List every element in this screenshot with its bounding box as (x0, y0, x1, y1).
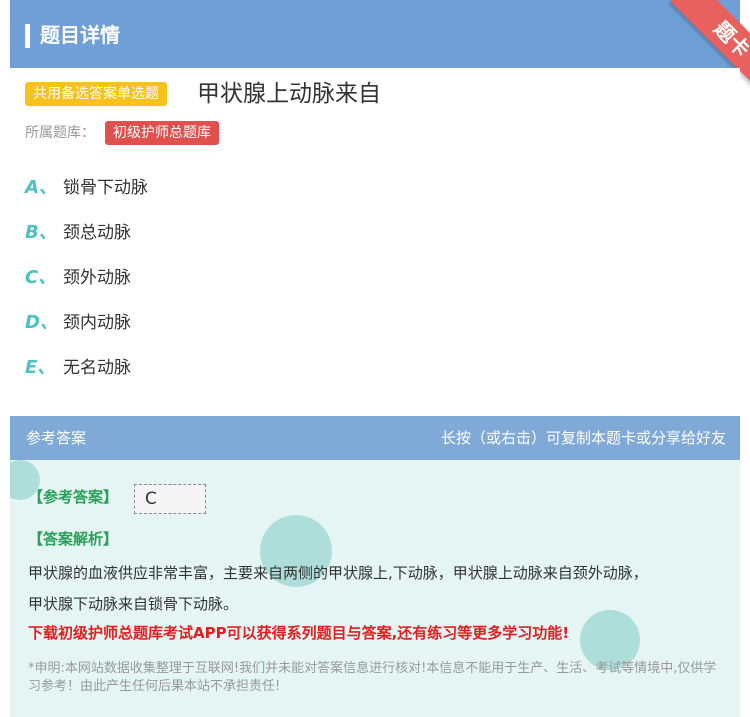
option-e[interactable]: E、 无名动脉 (25, 353, 131, 383)
analysis-line: 甲状腺的血液供应非常丰富，主要来自两侧的甲状腺上,下动脉，甲状腺上动脉来自颈外动… (28, 564, 648, 582)
question-title: 甲状腺上动脉来自 (197, 81, 381, 107)
page-header: 题目详情 (10, 0, 740, 68)
page-title: 题目详情 (40, 23, 120, 47)
library-tag[interactable]: 初级护师总题库 (105, 121, 219, 145)
option-letter: B、 (25, 222, 57, 243)
analysis-label: 【答案解析】 (28, 530, 119, 548)
answer-label: 【参考答案】 (28, 488, 119, 506)
option-b[interactable]: B、 颈总动脉 (25, 218, 131, 248)
answer-section-title: 参考答案 (26, 429, 87, 447)
question-type-tag: 共用备选答案单选题 (25, 82, 167, 106)
download-promo-link[interactable]: 下载初级护师总题库考试APP可以获得系列题目与答案,还有练习等更多学习功能! (28, 622, 569, 644)
answer-section-header: 参考答案 长按（或右击）可复制本题卡或分享给好友 (10, 416, 740, 460)
library-label: 所属题库： (25, 125, 95, 141)
analysis-line: 甲状腺下动脉来自锁骨下动脉。 (28, 595, 239, 613)
share-hint: 长按（或右击）可复制本题卡或分享给好友 (440, 429, 726, 447)
option-d[interactable]: D、 颈内动脉 (25, 308, 131, 338)
option-text: 颈外动脉 (63, 268, 131, 288)
option-letter: E、 (25, 357, 56, 378)
question-area: 共用备选答案单选题 甲状腺上动脉来自 所属题库： 初级护师总题库 A、 锁骨下动脉… (10, 68, 740, 408)
analysis-text: 甲状腺的血液供应非常丰富，主要来自两侧的甲状腺上,下动脉，甲状腺上动脉来自颈外动… (28, 558, 718, 620)
option-text: 锁骨下动脉 (63, 178, 148, 198)
option-text: 颈总动脉 (63, 223, 131, 243)
option-a[interactable]: A、 锁骨下动脉 (25, 173, 148, 203)
disclaimer-text: *申明:本网站数据收集整理于互联网!我们并未能对答案信息进行核对!本信息不能用于… (28, 661, 717, 694)
option-letter: D、 (25, 312, 58, 333)
header-accent-bar (25, 24, 30, 48)
option-c[interactable]: C、 颈外动脉 (25, 263, 131, 293)
answer-value: C (134, 484, 206, 514)
option-text: 颈内动脉 (63, 313, 131, 333)
option-letter: C、 (25, 267, 57, 288)
option-letter: A、 (25, 177, 57, 198)
option-text: 无名动脉 (63, 358, 131, 378)
answer-section-body: 【参考答案】 C 【答案解析】 甲状腺的血液供应非常丰富，主要来自两侧的甲状腺上… (10, 460, 740, 717)
